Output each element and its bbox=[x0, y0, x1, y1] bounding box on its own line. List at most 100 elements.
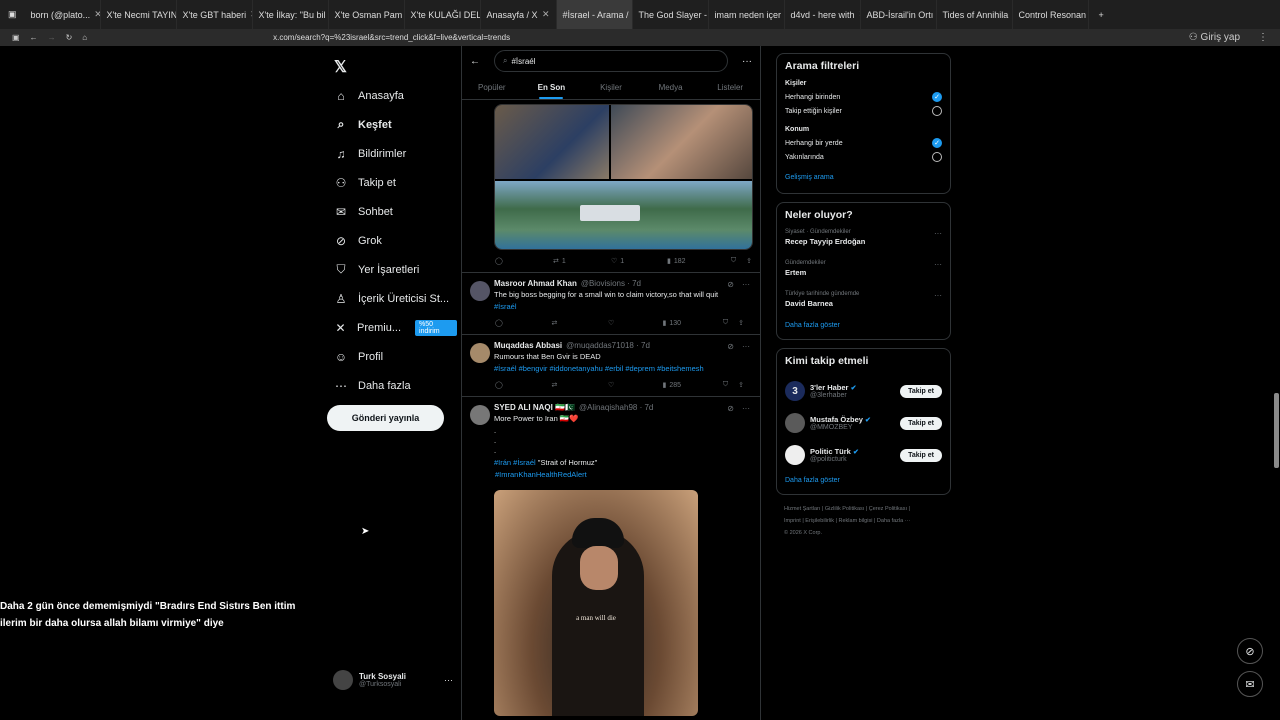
post-image-1[interactable] bbox=[495, 105, 609, 179]
advanced-search-link[interactable]: Gelişmiş arama bbox=[785, 174, 942, 181]
post-item[interactable]: ⊘ ··· Muqaddas Abbasi @muqaddas71018 · 7d … bbox=[462, 334, 760, 396]
like-button[interactable]: ♡ 1 bbox=[611, 257, 667, 266]
nav-item-more[interactable]: ⋯ Daha fazla bbox=[327, 371, 457, 400]
back-arrow-icon[interactable]: ← bbox=[470, 56, 480, 67]
browser-tab[interactable]: X'te Necmi TAYIN✕ bbox=[101, 0, 177, 29]
browser-tab[interactable]: ABD-İsrail'in Ortı✕ bbox=[861, 0, 937, 29]
x-logo[interactable]: 𝕏 bbox=[327, 52, 457, 81]
browser-tab[interactable]: imam neden içer✕ bbox=[709, 0, 785, 29]
browser-tab[interactable]: X'te İlkay: "Bu bil✕ bbox=[253, 0, 329, 29]
footer-line-2[interactable]: Imprint | Erişilebilirlik | Reklam bilgi… bbox=[784, 515, 943, 527]
filter-option[interactable]: Takip ettiğin kişiler bbox=[785, 104, 942, 118]
browser-tab[interactable]: X'te GBT haberi✕ bbox=[177, 0, 253, 29]
nav-item-mail[interactable]: ✉ Sohbet bbox=[327, 197, 457, 226]
nav-item-grok[interactable]: ⊘ Grok bbox=[327, 226, 457, 255]
home-button-icon[interactable]: ⌂ bbox=[82, 33, 87, 42]
browser-tab[interactable]: #İsrael - Arama /✕ bbox=[556, 0, 633, 29]
post-button[interactable]: Gönderi yayınla bbox=[327, 405, 444, 431]
tab-0[interactable]: Popüler bbox=[462, 76, 522, 99]
nav-item-profile[interactable]: ☺ Profil bbox=[327, 342, 457, 371]
post-item[interactable]: ⊘ ··· SYED ALI NAQI 🇮🇷🇵🇰 @Alinaqishah98 · … bbox=[462, 396, 760, 716]
hashtag[interactable]: #İsraél bbox=[494, 302, 752, 312]
browser-tab[interactable]: Control Resonan✕ bbox=[1013, 0, 1089, 29]
browser-tab[interactable]: X'te KULAĞI DELI✕ bbox=[405, 0, 481, 29]
post-more-icon[interactable]: ··· bbox=[742, 404, 750, 413]
trend-more-icon[interactable]: ··· bbox=[934, 229, 942, 238]
nav-item-bookmark[interactable]: ⛉ Yer İşaretleri bbox=[327, 255, 457, 284]
follow-suggestion[interactable]: Mustafa Özbey ✔ @MMOZBEY Takip et bbox=[785, 407, 942, 439]
follow-suggestion[interactable]: 3 3'ler Haber ✔ @3lerhaber Takip et bbox=[785, 375, 942, 407]
like-icon[interactable]: ♡ bbox=[608, 319, 663, 327]
follow-button[interactable]: Takip et bbox=[900, 384, 942, 398]
post-image-grid[interactable] bbox=[494, 104, 753, 250]
share-icon[interactable]: ⇪ bbox=[738, 319, 744, 327]
filter-option[interactable]: Herhangi birinden ✓ bbox=[785, 90, 942, 104]
follow-button[interactable]: Takip et bbox=[900, 416, 942, 430]
browser-tab[interactable]: d4vd - here with✕ bbox=[785, 0, 861, 29]
filter-option[interactable]: Yakınlarında bbox=[785, 150, 942, 164]
account-switcher[interactable]: Turk Sosyali @Turksosyali ··· bbox=[333, 670, 453, 690]
reply-icon[interactable]: ◯ bbox=[495, 381, 551, 389]
author-handle[interactable]: @Biovisions · 7d bbox=[581, 279, 641, 288]
tab-3[interactable]: Medya bbox=[641, 76, 701, 99]
bookmark-icon[interactable]: ⛉ bbox=[723, 319, 728, 327]
grok-icon[interactable]: ⊘ bbox=[727, 280, 734, 289]
new-tab-icon[interactable]: + bbox=[1089, 10, 1114, 20]
nav-item-x-logo[interactable]: ✕ Premiu... %50 indirim bbox=[327, 313, 457, 342]
radio-button[interactable] bbox=[932, 106, 942, 116]
tab-2[interactable]: Kişiler bbox=[581, 76, 641, 99]
follow-suggestion[interactable]: Politic Türk ✔ @politicturk Takip et bbox=[785, 439, 942, 471]
messages-fab-icon[interactable]: ✉ bbox=[1237, 671, 1263, 697]
hashtags[interactable]: #İsraél #bengvir #iddonetanyahu #erbil #… bbox=[494, 364, 752, 374]
radio-button[interactable]: ✓ bbox=[932, 138, 942, 148]
back-icon[interactable]: ← bbox=[30, 33, 38, 42]
grok-icon[interactable]: ⊘ bbox=[727, 404, 734, 413]
trend-more-icon[interactable]: ··· bbox=[934, 291, 942, 300]
trend-item[interactable]: Türkiye tarihinde gündemde David Barnea ··… bbox=[785, 291, 942, 308]
browser-tab[interactable]: Anasayfa / X ✕ bbox=[481, 0, 557, 29]
reply-icon[interactable]: ◯ bbox=[495, 319, 551, 327]
who-to-follow-more-link[interactable]: Daha fazla göster bbox=[785, 477, 942, 484]
hashtag[interactable]: #ImranKhanHealthRedAlert bbox=[495, 470, 752, 480]
grok-icon[interactable]: ⊘ bbox=[727, 342, 734, 351]
search-input[interactable]: ⌕ #İsraél bbox=[494, 50, 728, 72]
follow-button[interactable]: Takip et bbox=[900, 448, 942, 462]
like-icon[interactable]: ♡ bbox=[608, 381, 663, 389]
repost-icon[interactable]: ⇄ bbox=[551, 319, 607, 327]
radio-button[interactable]: ✓ bbox=[932, 92, 942, 102]
nav-item-follow[interactable]: ⚇ Takip et bbox=[327, 168, 457, 197]
views-button[interactable]: ▮ 130 bbox=[663, 319, 723, 328]
sidebar-toggle-icon[interactable]: ▣ bbox=[12, 33, 20, 42]
author-handle[interactable]: @muqaddas71018 · 7d bbox=[566, 341, 650, 350]
nav-item-home[interactable]: ⌂ Anasayfa bbox=[327, 81, 457, 110]
nav-item-creator[interactable]: ♙ İçerik Üreticisi St... bbox=[327, 284, 457, 313]
radio-button[interactable] bbox=[932, 152, 942, 162]
author-name[interactable]: Masroor Ahmad Khan bbox=[494, 279, 577, 288]
nav-item-search[interactable]: ⌕ Keşfet bbox=[327, 110, 457, 139]
browser-tab[interactable]: Tides of Annihila✕ bbox=[937, 0, 1013, 29]
more-icon[interactable]: ··· bbox=[444, 675, 453, 685]
post-item[interactable]: ⊘ ··· Masroor Ahmad Khan @Biovisions · 7d … bbox=[462, 272, 760, 334]
reload-icon[interactable]: ↻ bbox=[66, 33, 73, 42]
views-button[interactable]: ▮ 182 bbox=[667, 257, 729, 266]
views-button[interactable]: ▮ 285 bbox=[663, 381, 723, 390]
more-options-icon[interactable]: ··· bbox=[742, 56, 752, 67]
window-icon[interactable]: ▣ bbox=[0, 9, 25, 20]
trend-more-icon[interactable]: ··· bbox=[934, 260, 942, 269]
url-field[interactable]: x.com/search?q=%23israel&src=trend_click… bbox=[273, 33, 510, 42]
profile-button[interactable]: ⚇ Giriş yap bbox=[1189, 32, 1240, 43]
grok-fab-icon[interactable]: ⊘ bbox=[1237, 638, 1263, 664]
trend-item[interactable]: Siyaset · Gündemdekiler Recep Tayyip Erdo… bbox=[785, 229, 942, 246]
author-name[interactable]: Muqaddas Abbasi bbox=[494, 341, 562, 350]
scrollbar[interactable] bbox=[1274, 393, 1279, 468]
bookmark-icon[interactable]: ⛉ bbox=[723, 381, 728, 389]
repost-button[interactable]: ⇄ 1 bbox=[553, 257, 611, 266]
trend-item[interactable]: Gündemdekiler Ertem ··· bbox=[785, 260, 942, 277]
menu-icon[interactable]: ⋮ bbox=[1258, 32, 1268, 43]
nav-item-bell[interactable]: ♫ Bildirimler bbox=[327, 139, 457, 168]
author-name[interactable]: SYED ALI NAQI 🇮🇷🇵🇰 bbox=[494, 403, 575, 412]
post-video[interactable]: a man will die bbox=[494, 490, 698, 716]
trends-more-link[interactable]: Daha fazla göster bbox=[785, 322, 942, 329]
browser-tab[interactable]: X'te Osman Pam✕ bbox=[329, 0, 405, 29]
forward-icon[interactable]: → bbox=[48, 33, 56, 42]
